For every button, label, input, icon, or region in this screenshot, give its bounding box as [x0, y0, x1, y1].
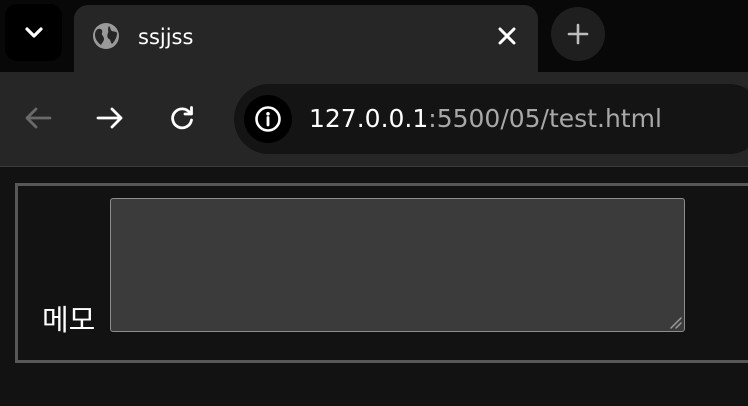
close-icon — [498, 27, 516, 45]
url-host: 127.0.0.1 — [309, 104, 429, 133]
browser-toolbar: 127.0.0.1:5500/05/test.html — [0, 72, 748, 167]
url-path: :5500/05/test.html — [428, 104, 662, 133]
chevron-down-icon — [24, 26, 43, 38]
info-icon — [255, 106, 281, 132]
page-content: 메모 — [0, 167, 748, 406]
new-tab-button[interactable] — [551, 7, 605, 61]
address-bar[interactable]: 127.0.0.1:5500/05/test.html — [234, 84, 748, 154]
globe-icon — [93, 23, 119, 49]
plus-icon — [567, 23, 589, 45]
forward-button[interactable] — [90, 98, 130, 138]
reload-icon — [171, 106, 193, 130]
url-text[interactable]: 127.0.0.1:5500/05/test.html — [309, 104, 662, 134]
close-tab-button[interactable] — [490, 19, 524, 53]
tab-title: ssjjss — [138, 25, 194, 49]
memo-label: 메모 — [42, 303, 96, 337]
arrow-right-icon — [96, 107, 123, 129]
memo-textarea[interactable] — [110, 198, 685, 332]
back-button[interactable] — [18, 98, 58, 138]
browser-window: ssjjss 127.0.0.1:5500/05/test.html 메모 — [0, 0, 748, 406]
tab-strip: ssjjss — [0, 0, 748, 72]
tab-search-button[interactable] — [5, 4, 62, 61]
site-info-button[interactable] — [244, 95, 292, 143]
active-tab[interactable]: ssjjss — [74, 5, 538, 72]
reload-button[interactable] — [162, 98, 202, 138]
arrow-left-icon — [25, 107, 52, 129]
resize-handle-icon[interactable] — [668, 315, 682, 329]
